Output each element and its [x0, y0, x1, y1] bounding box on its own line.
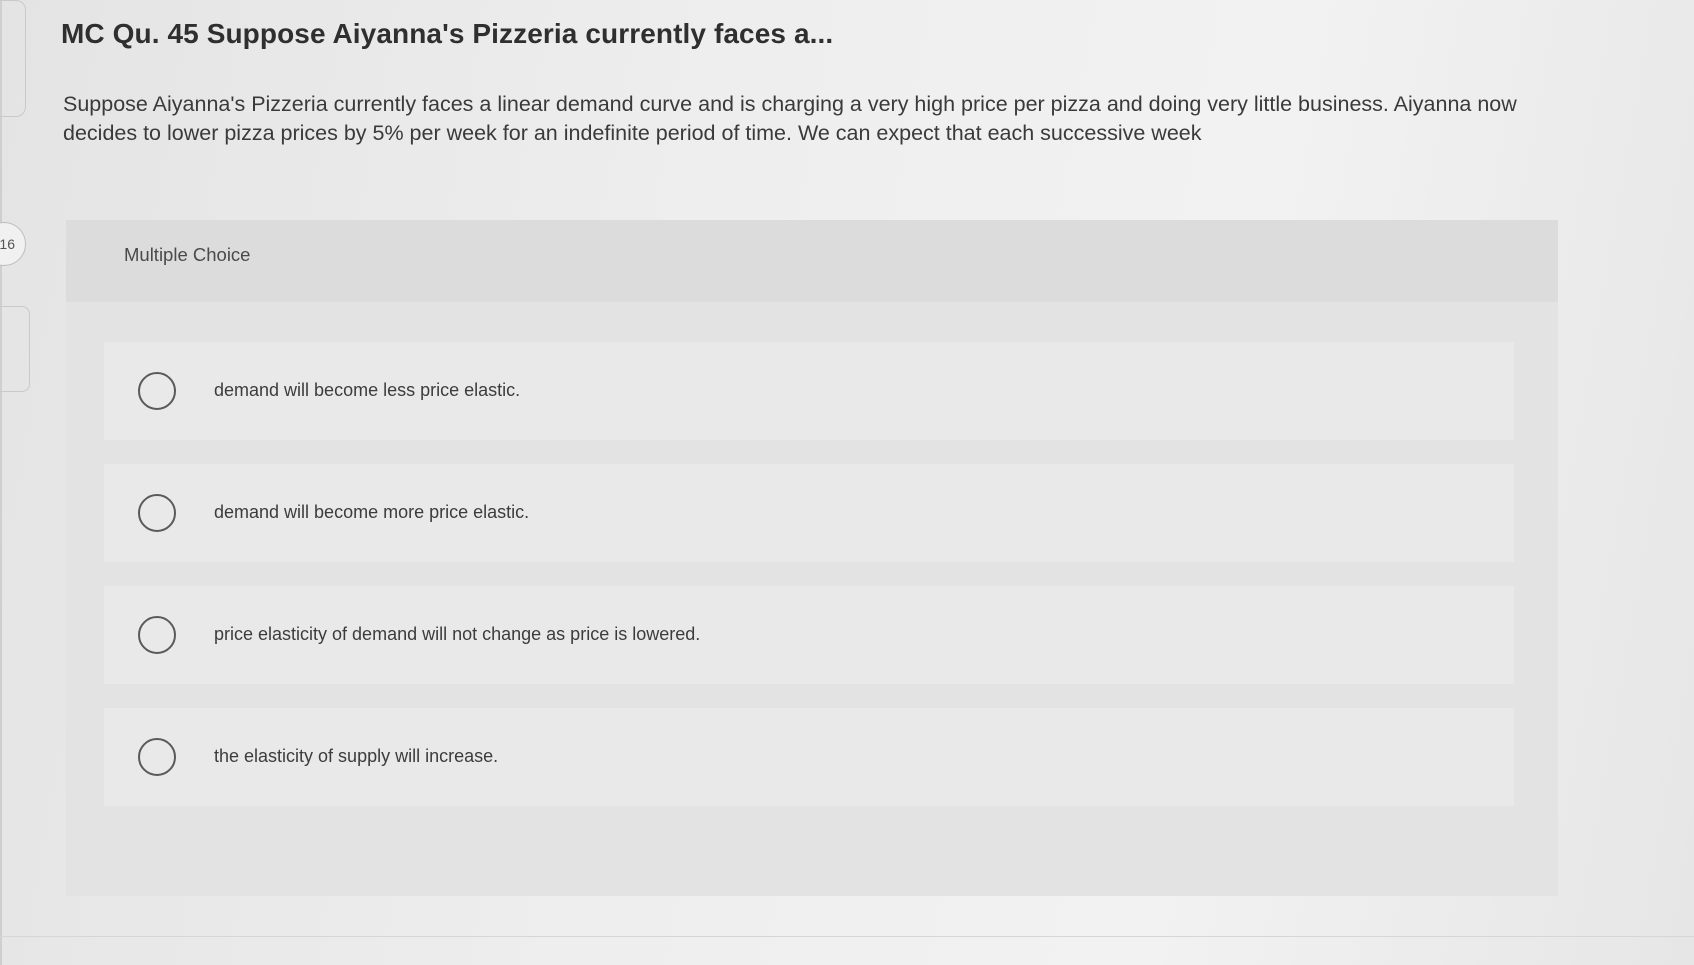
- radio-button-icon[interactable]: [138, 616, 176, 654]
- sidebar-tab[interactable]: [0, 306, 30, 392]
- multiple-choice-header: Multiple Choice: [66, 220, 1558, 302]
- left-rail-divider: [0, 0, 2, 965]
- answer-option-label[interactable]: demand will become more price elastic.: [214, 502, 529, 523]
- question-title: MC Qu. 45 Suppose Aiyanna's Pizzeria cur…: [61, 18, 834, 49]
- answer-option-label[interactable]: price elasticity of demand will not chan…: [214, 624, 700, 645]
- answer-option-label[interactable]: the elasticity of supply will increase.: [214, 746, 498, 767]
- footer-divider: [0, 936, 1694, 937]
- question-number-label: 16: [0, 236, 15, 252]
- answer-option-label[interactable]: demand will become less price elastic.: [214, 380, 520, 401]
- question-prompt: Suppose Aiyanna's Pizzeria currently fac…: [63, 92, 1517, 145]
- multiple-choice-label: Multiple Choice: [124, 244, 251, 265]
- answer-option[interactable]: demand will become less price elastic.: [104, 342, 1514, 440]
- answer-option[interactable]: the elasticity of supply will increase.: [104, 708, 1514, 806]
- sidebar-tab[interactable]: [0, 0, 26, 117]
- answer-option[interactable]: price elasticity of demand will not chan…: [104, 586, 1514, 684]
- question-number-badge[interactable]: 16: [0, 222, 26, 266]
- question-page: 16 MC Qu. 45 Suppose Aiyanna's Pizzeria …: [0, 0, 1694, 965]
- radio-button-icon[interactable]: [138, 372, 176, 410]
- multiple-choice-panel: Multiple Choice demand will become less …: [66, 220, 1558, 896]
- answer-option[interactable]: demand will become more price elastic.: [104, 464, 1514, 562]
- radio-button-icon[interactable]: [138, 738, 176, 776]
- radio-button-icon[interactable]: [138, 494, 176, 532]
